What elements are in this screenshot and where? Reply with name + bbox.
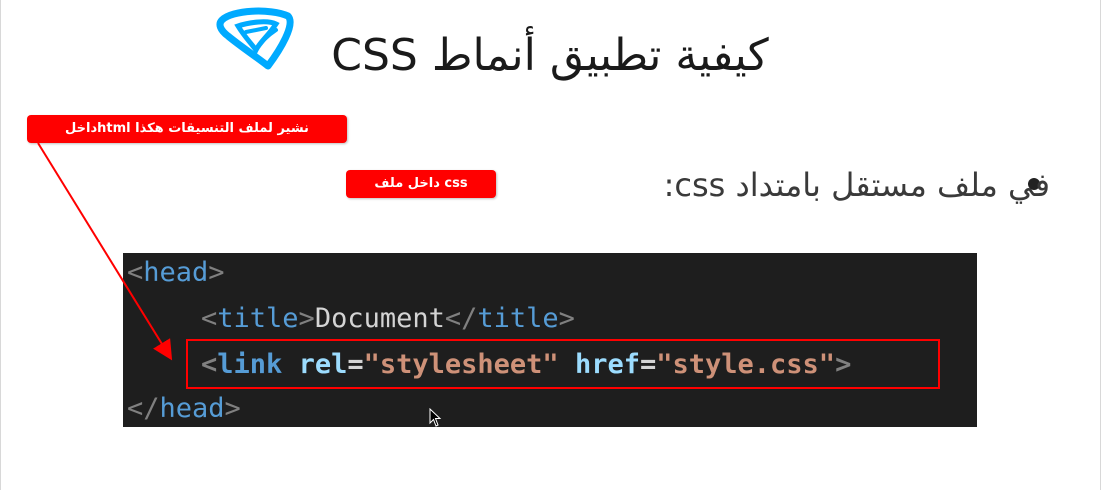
annotation-badge-link-note: نشير لملف التنسيقات هكذا htmlداخل — [27, 115, 347, 143]
blue-scribble-logo-icon — [216, 7, 294, 70]
mouse-pointer-icon — [429, 408, 442, 427]
bullet-text: في ملف مستقل بامتداد css: — [663, 166, 1050, 204]
slide-title: كيفية تطبيق أنماط CSS — [331, 30, 769, 81]
code-line-title: <title>Document</title> — [201, 303, 575, 334]
code-line-head-close: </head> — [127, 393, 241, 424]
code-snippet: <head> <title>Document</title> <link rel… — [123, 253, 977, 427]
link-highlight-box — [186, 339, 940, 389]
slide-left-border — [0, 0, 1, 490]
annotation-badge-css-file: css داخل ملف — [346, 170, 496, 198]
code-line-head-open: <head> — [127, 257, 225, 288]
